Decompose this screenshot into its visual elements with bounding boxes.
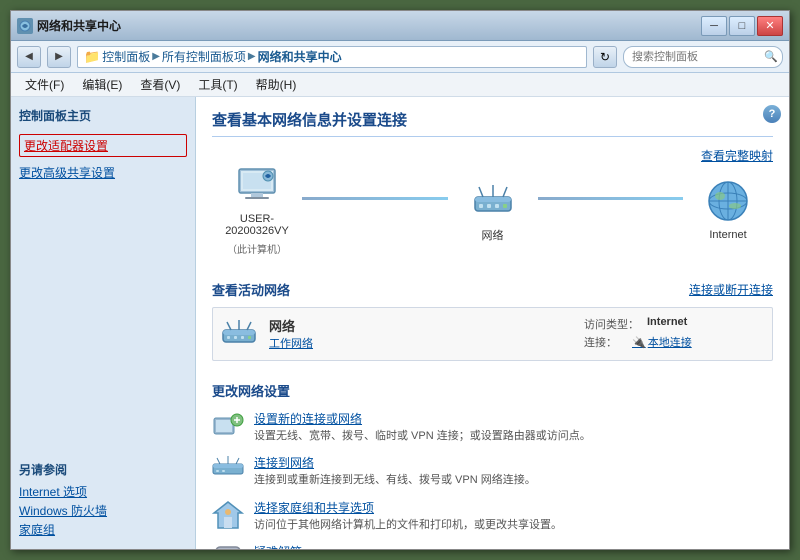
change-text-0: 设置新的连接或网络 设置无线、宽带、拨号、临时或 VPN 连接；或设置路由器或访… xyxy=(254,410,773,444)
homegroup-link[interactable]: 选择家庭组和共享选项 xyxy=(254,499,773,516)
network-line-2 xyxy=(538,197,684,200)
new-connection-desc: 设置无线、宽带、拨号、临时或 VPN 连接；或设置路由器或访问点。 xyxy=(254,429,773,444)
change-item-3: ? 疑难解答 xyxy=(212,543,773,549)
sidebar-link-internet-options[interactable]: Internet 选项 xyxy=(19,482,187,501)
node-internet: Internet xyxy=(683,177,773,241)
connection-link[interactable]: 🔌 本地连接 xyxy=(632,334,692,350)
path-arrow-1: ▶ xyxy=(152,51,160,62)
search-input[interactable] xyxy=(623,46,783,68)
sidebar-link-firewall[interactable]: Windows 防火墙 xyxy=(19,501,187,520)
new-connection-link[interactable]: 设置新的连接或网络 xyxy=(254,410,773,427)
access-type-value: Internet xyxy=(647,316,687,332)
computer-icon xyxy=(233,161,281,209)
connection-link-text: 本地连接 xyxy=(648,334,692,350)
node-computer-sublabel: （此计算机） xyxy=(227,241,287,256)
back-button[interactable]: ◀ xyxy=(17,46,41,68)
node-internet-label: Internet xyxy=(709,229,746,241)
active-network-header: 查看活动网络 连接或断开连接 xyxy=(212,280,773,299)
network-name: 网络 xyxy=(269,316,572,335)
change-item-2: 选择家庭组和共享选项 访问位于其他网络计算机上的文件和打印机，或更改共享设置。 xyxy=(212,499,773,533)
path-segment-2: 所有控制面板项 xyxy=(162,48,246,65)
sidebar-section-title: 控制面板主页 xyxy=(19,107,187,124)
sidebar-link-adapter[interactable]: 更改适配器设置 xyxy=(19,134,187,157)
sidebar: 控制面板主页 更改适配器设置 更改高级共享设置 另请参阅 Internet 选项… xyxy=(11,97,196,549)
access-type-label: 访问类型： xyxy=(584,316,639,332)
sidebar-link-homegroup[interactable]: 家庭组 xyxy=(19,520,187,539)
menu-bar: 文件(F) 编辑(E) 查看(V) 工具(T) 帮助(H) xyxy=(11,73,789,97)
search-wrap: 🔍 xyxy=(623,46,783,68)
minimize-button[interactable]: ─ xyxy=(701,16,727,36)
change-item-1: 连接到网络 连接到或重新连接到无线、有线、拨号或 VPN 网络连接。 xyxy=(212,454,773,488)
refresh-icon: ↻ xyxy=(600,50,610,64)
page-title: 查看基本网络信息并设置连接 xyxy=(212,109,773,137)
active-network-box: 网络 工作网络 访问类型： Internet 连接： 🔌 本地连接 xyxy=(212,307,773,361)
menu-tools[interactable]: 工具(T) xyxy=(190,74,245,95)
main-window: 网络和共享中心 ─ □ ✕ ◀ ▶ 📁 控制面板 ▶ 所有控制面板项 ▶ 网络和… xyxy=(10,10,790,550)
connect-network-icon xyxy=(212,454,244,486)
connect-network-link[interactable]: 连接到网络 xyxy=(254,454,773,471)
change-text-2: 选择家庭组和共享选项 访问位于其他网络计算机上的文件和打印机，或更改共享设置。 xyxy=(254,499,773,533)
troubleshoot-icon: ? xyxy=(212,543,244,549)
connection-label: 连接： xyxy=(584,334,624,350)
new-connection-icon xyxy=(212,410,244,442)
network-diagram: USER-20200326VY （此计算机） xyxy=(212,153,773,264)
change-item-0: 设置新的连接或网络 设置无线、宽带、拨号、临时或 VPN 连接；或设置路由器或访… xyxy=(212,410,773,444)
disconnect-link[interactable]: 连接或断开连接 xyxy=(689,281,773,298)
change-text-1: 连接到网络 连接到或重新连接到无线、有线、拨号或 VPN 网络连接。 xyxy=(254,454,773,488)
menu-view[interactable]: 查看(V) xyxy=(132,74,188,95)
content-area: ? 查看基本网络信息并设置连接 xyxy=(196,97,789,549)
folder-icon: 📁 xyxy=(84,49,100,65)
path-segment-3: 网络和共享中心 xyxy=(258,48,342,65)
troubleshoot-link[interactable]: 疑难解答 xyxy=(254,543,773,549)
change-section-title: 更改网络设置 xyxy=(212,375,773,400)
sidebar-link-sharing[interactable]: 更改高级共享设置 xyxy=(19,163,187,182)
connection-icon: 🔌 xyxy=(632,336,646,349)
node-network-label: 网络 xyxy=(482,227,504,243)
change-text-3: 疑难解答 xyxy=(254,543,773,549)
title-bar-left: 网络和共享中心 xyxy=(17,17,121,34)
menu-help[interactable]: 帮助(H) xyxy=(248,74,305,95)
also-see-section: 另请参阅 Internet 选项 Windows 防火墙 家庭组 xyxy=(19,461,187,539)
address-bar: ◀ ▶ 📁 控制面板 ▶ 所有控制面板项 ▶ 网络和共享中心 ↻ 🔍 xyxy=(11,41,789,73)
network-type-link[interactable]: 工作网络 xyxy=(269,335,572,351)
network-info: 网络 工作网络 xyxy=(269,316,572,351)
active-network-title: 查看活动网络 xyxy=(212,280,290,299)
globe-icon xyxy=(704,177,752,225)
connect-network-desc: 连接到或重新连接到无线、有线、拨号或 VPN 网络连接。 xyxy=(254,473,773,488)
search-button[interactable]: 🔍 xyxy=(763,49,779,65)
also-see-title: 另请参阅 xyxy=(19,461,187,478)
node-computer: USER-20200326VY （此计算机） xyxy=(212,161,302,256)
homegroup-icon xyxy=(212,499,244,531)
connection-row: 连接： 🔌 本地连接 xyxy=(584,334,764,350)
node-network: 网络 xyxy=(448,175,538,243)
network-line-1 xyxy=(302,197,448,200)
main-area: 控制面板主页 更改适配器设置 更改高级共享设置 另请参阅 Internet 选项… xyxy=(11,97,789,549)
forward-button[interactable]: ▶ xyxy=(47,46,71,68)
menu-edit[interactable]: 编辑(E) xyxy=(74,74,130,95)
close-button[interactable]: ✕ xyxy=(757,16,783,36)
title-controls: ─ □ ✕ xyxy=(701,16,783,36)
refresh-button[interactable]: ↻ xyxy=(593,46,617,68)
help-button[interactable]: ? xyxy=(763,105,781,123)
view-full-map-link[interactable]: 查看完整映射 xyxy=(701,149,773,163)
homegroup-desc: 访问位于其他网络计算机上的文件和打印机，或更改共享设置。 xyxy=(254,518,773,533)
window-title: 网络和共享中心 xyxy=(37,17,121,34)
window-icon xyxy=(17,18,33,34)
path-segment-1: 控制面板 xyxy=(102,48,150,65)
network-hub-icon xyxy=(469,175,517,223)
node-computer-label: USER-20200326VY xyxy=(212,213,302,237)
menu-file[interactable]: 文件(F) xyxy=(17,74,72,95)
title-bar: 网络和共享中心 ─ □ ✕ xyxy=(11,11,789,41)
address-path[interactable]: 📁 控制面板 ▶ 所有控制面板项 ▶ 网络和共享中心 xyxy=(77,46,587,68)
access-type-row: 访问类型： Internet xyxy=(584,316,764,332)
path-arrow-2: ▶ xyxy=(248,51,256,62)
network-props: 访问类型： Internet 连接： 🔌 本地连接 xyxy=(584,316,764,350)
maximize-button[interactable]: □ xyxy=(729,16,755,36)
active-network-icon xyxy=(221,316,257,352)
